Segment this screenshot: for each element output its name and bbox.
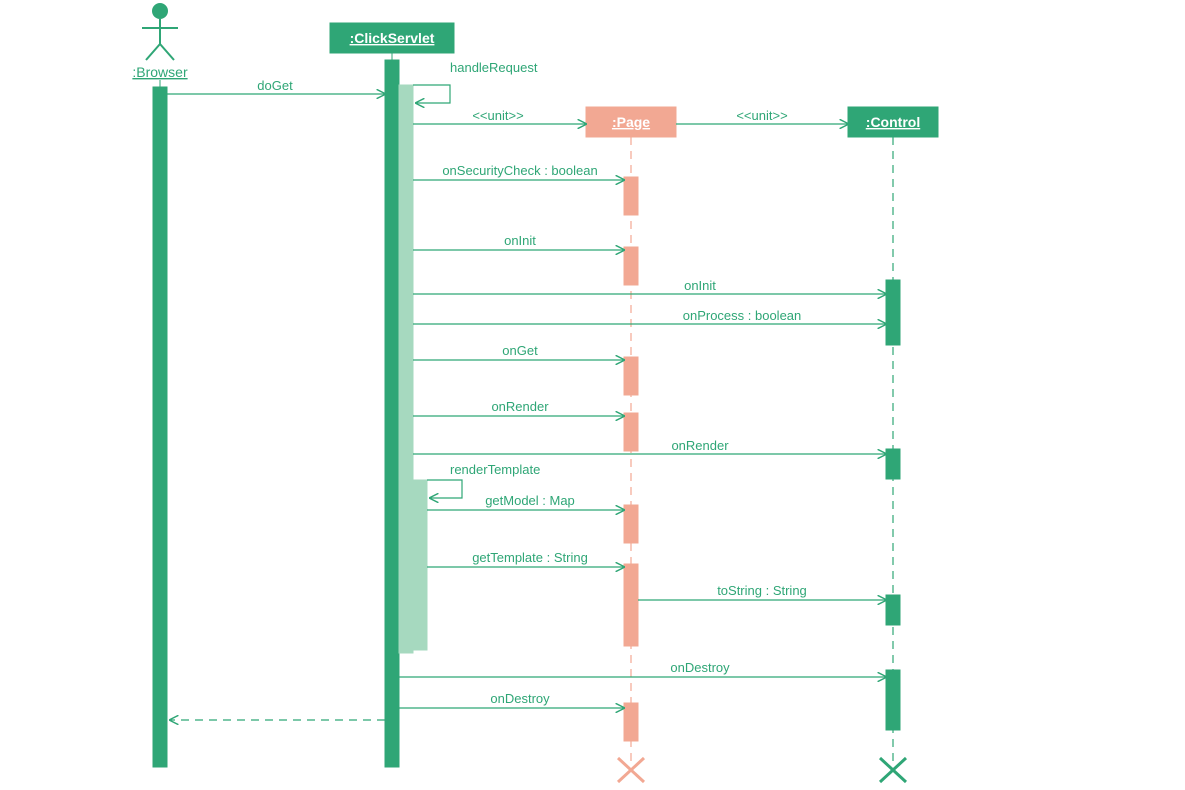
activation-getmodel <box>624 505 638 543</box>
page-label: :Page <box>612 114 650 130</box>
activation-oninit-page <box>624 247 638 285</box>
control-label: :Control <box>866 114 920 130</box>
msg-tostring: toString : String <box>717 583 807 598</box>
msg-handlerequest: handleRequest <box>450 60 538 75</box>
activation-ondestroy-page <box>624 703 638 741</box>
msg-onrender-control: onRender <box>671 438 729 453</box>
lifeline-page: :Page <box>586 107 676 137</box>
activation-onget <box>624 357 638 395</box>
activation-browser <box>153 87 167 767</box>
lifeline-control: :Control <box>848 107 938 137</box>
msg-rendertemplate: renderTemplate <box>450 462 540 477</box>
msg-gettemplate: getTemplate : String <box>472 550 588 565</box>
msg-onget: onGet <box>502 343 538 358</box>
activation-gettemplate <box>624 564 638 646</box>
activation-handlerequest <box>399 85 413 653</box>
actor-browser: :Browser <box>132 3 188 80</box>
destroy-page <box>618 758 644 782</box>
msg-securitycheck: onSecurityCheck : boolean <box>442 163 597 178</box>
activation-onrender-control <box>886 449 900 479</box>
msg-oninit-control: onInit <box>684 278 716 293</box>
activation-tostring <box>886 595 900 625</box>
msg-ondestroy-page: onDestroy <box>490 691 550 706</box>
activation-onrender-page <box>624 413 638 451</box>
destroy-control <box>880 758 906 782</box>
msg-getmodel: getModel : Map <box>485 493 575 508</box>
msg-oninit-page: onInit <box>504 233 536 248</box>
activation-oninit-control <box>886 280 900 345</box>
activation-ondestroy-control <box>886 670 900 730</box>
msg-ondestroy-control: onDestroy <box>670 660 730 675</box>
activation-clickservlet <box>385 60 399 767</box>
lifeline-clickservlet: :ClickServlet <box>330 23 454 53</box>
activation-rendertemplate <box>413 480 427 650</box>
activation-securitycheck <box>624 177 638 215</box>
msg-onprocess: onProcess : boolean <box>683 308 802 323</box>
actor-browser-label: :Browser <box>132 64 188 80</box>
sequence-diagram: :Browser :ClickServlet :Page :Control do… <box>0 0 1185 790</box>
stereotype-unit1: <<unit>> <box>472 108 523 123</box>
msg-onrender-page: onRender <box>491 399 549 414</box>
stereotype-unit2: <<unit>> <box>736 108 787 123</box>
msg-doget: doGet <box>257 78 293 93</box>
clickservlet-label: :ClickServlet <box>350 30 435 46</box>
